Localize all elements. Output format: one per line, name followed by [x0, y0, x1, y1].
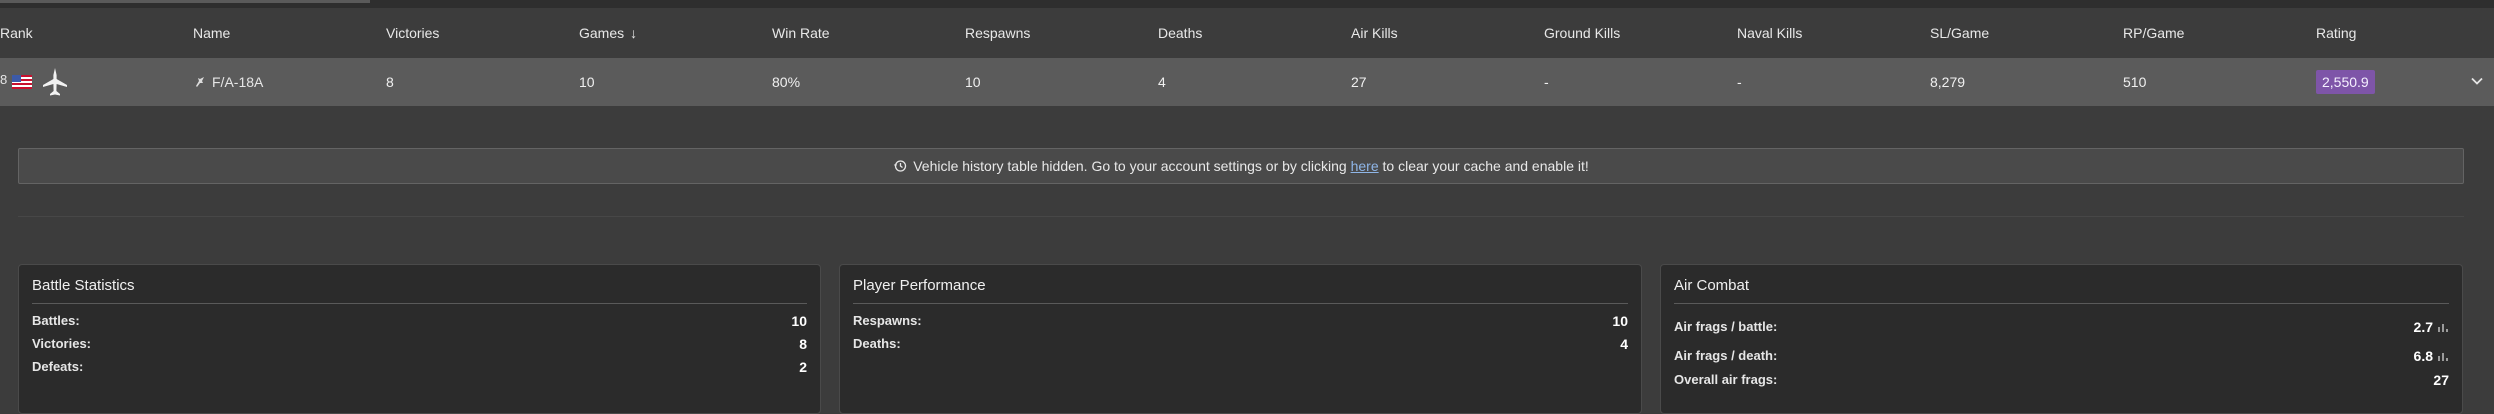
stat-row-respawns: Respawns: 10 — [853, 313, 1628, 333]
header-air-kills[interactable]: Air Kills — [1351, 8, 1398, 58]
panel-title: Air Combat — [1674, 277, 1750, 294]
arrow-down-icon: ↓ — [630, 25, 638, 41]
header-deaths[interactable]: Deaths — [1158, 8, 1202, 58]
header-ground-kills[interactable]: Ground Kills — [1544, 8, 1620, 58]
win-rate-value: 80% — [772, 74, 801, 90]
notice-text-before: Vehicle history table hidden. Go to your… — [913, 158, 1347, 174]
stat-value: 27 — [2433, 372, 2449, 388]
panel-title: Battle Statistics — [32, 277, 135, 294]
bar-chart-icon[interactable] — [2437, 322, 2449, 332]
panel-separator — [1674, 303, 2449, 304]
naval-kills-value: - — [1737, 74, 1742, 90]
header-rating[interactable]: Rating — [2316, 8, 2356, 58]
battle-statistics-panel: Battle Statistics Battles: 10 Victories:… — [18, 264, 821, 414]
header-win-rate[interactable]: Win Rate — [772, 8, 830, 58]
player-performance-panel: Player Performance Respawns: 10 Deaths: … — [839, 264, 1642, 414]
header-sl-game[interactable]: SL/Game — [1930, 8, 1989, 58]
stat-label: Air frags / death: — [1674, 348, 1778, 363]
rating-badge: 2,550.9 — [2316, 70, 2375, 94]
header-respawns[interactable]: Respawns — [965, 8, 1030, 58]
respawns-value: 10 — [965, 74, 981, 90]
air-combat-panel: Air Combat Air frags / battle: 2.7 Air f… — [1660, 264, 2463, 414]
ground-kills-value: - — [1544, 74, 1549, 90]
stat-row-battles: Battles: 10 — [32, 313, 807, 333]
air-kills-value: 27 — [1351, 74, 1367, 90]
stat-value: 10 — [791, 313, 807, 329]
games-value: 10 — [579, 74, 595, 90]
panel-separator — [853, 303, 1628, 304]
stat-value: 2 — [799, 359, 807, 375]
stat-value: 2.7 — [2413, 319, 2433, 335]
victories-value: 8 — [386, 74, 394, 90]
stat-row-defeats: Defeats: 2 — [32, 359, 807, 379]
section-divider — [18, 216, 2464, 217]
stat-label: Deaths: — [853, 336, 901, 351]
usa-flag-icon — [12, 75, 32, 89]
chevron-down-icon[interactable] — [2470, 74, 2484, 88]
bar-chart-icon[interactable] — [2437, 351, 2449, 361]
jet-icon — [43, 68, 67, 96]
header-rank[interactable]: Rank — [0, 8, 33, 58]
rp-game-value: 510 — [2123, 74, 2147, 90]
stat-label: Defeats: — [32, 359, 84, 374]
stat-value-wrap: 6.8 — [2414, 348, 2449, 364]
top-bar — [0, 0, 2494, 8]
stat-label: Victories: — [32, 336, 92, 351]
stat-row-victories: Victories: 8 — [32, 336, 807, 356]
panel-separator — [32, 303, 807, 304]
deaths-value: 4 — [1158, 74, 1166, 90]
stat-label: Air frags / battle: — [1674, 319, 1778, 334]
rank-value: 8 — [0, 72, 8, 87]
stat-label: Battles: — [32, 313, 80, 328]
stat-label: Overall air frags: — [1674, 372, 1778, 387]
stat-label: Respawns: — [853, 313, 922, 328]
panel-title: Player Performance — [853, 277, 986, 294]
stat-row-air-frags-death: Air frags / death: 6.8 — [1674, 348, 2449, 368]
clear-cache-link[interactable]: here — [1351, 158, 1379, 174]
header-name[interactable]: Name — [193, 8, 230, 58]
stat-row-air-frags-battle: Air frags / battle: 2.7 — [1674, 319, 2449, 339]
stat-value-wrap: 2.7 — [2414, 319, 2449, 335]
vehicle-history-notice: Vehicle history table hidden. Go to your… — [18, 148, 2464, 184]
vehicle-name[interactable]: F/A-18A — [212, 58, 263, 106]
stat-value: 6.8 — [2413, 348, 2433, 364]
table-row[interactable]: 8 F/A-18A 8 10 80% 10 4 27 - - 8,279 510… — [0, 58, 2494, 106]
header-games[interactable]: Games ↓ — [579, 8, 637, 58]
header-rp-game[interactable]: RP/Game — [2123, 8, 2184, 58]
table-header: Rank Name Victories Games ↓ Win Rate Resp… — [0, 8, 2494, 58]
stat-value: 8 — [799, 336, 807, 352]
stat-row-deaths: Deaths: 4 — [853, 336, 1628, 356]
vehicle-type-icon — [196, 77, 204, 87]
history-icon — [894, 160, 907, 172]
notice-text-after: to clear your cache and enable it! — [1382, 158, 1589, 174]
header-victories[interactable]: Victories — [386, 8, 439, 58]
top-bar-accent — [0, 0, 370, 3]
stat-value: 4 — [1620, 336, 1628, 352]
stat-value: 10 — [1612, 313, 1628, 329]
header-naval-kills[interactable]: Naval Kills — [1737, 8, 1802, 58]
stat-row-overall-air-frags: Overall air frags: 27 — [1674, 372, 2449, 392]
sl-game-value: 8,279 — [1930, 74, 1966, 90]
header-games-label: Games — [579, 25, 625, 41]
